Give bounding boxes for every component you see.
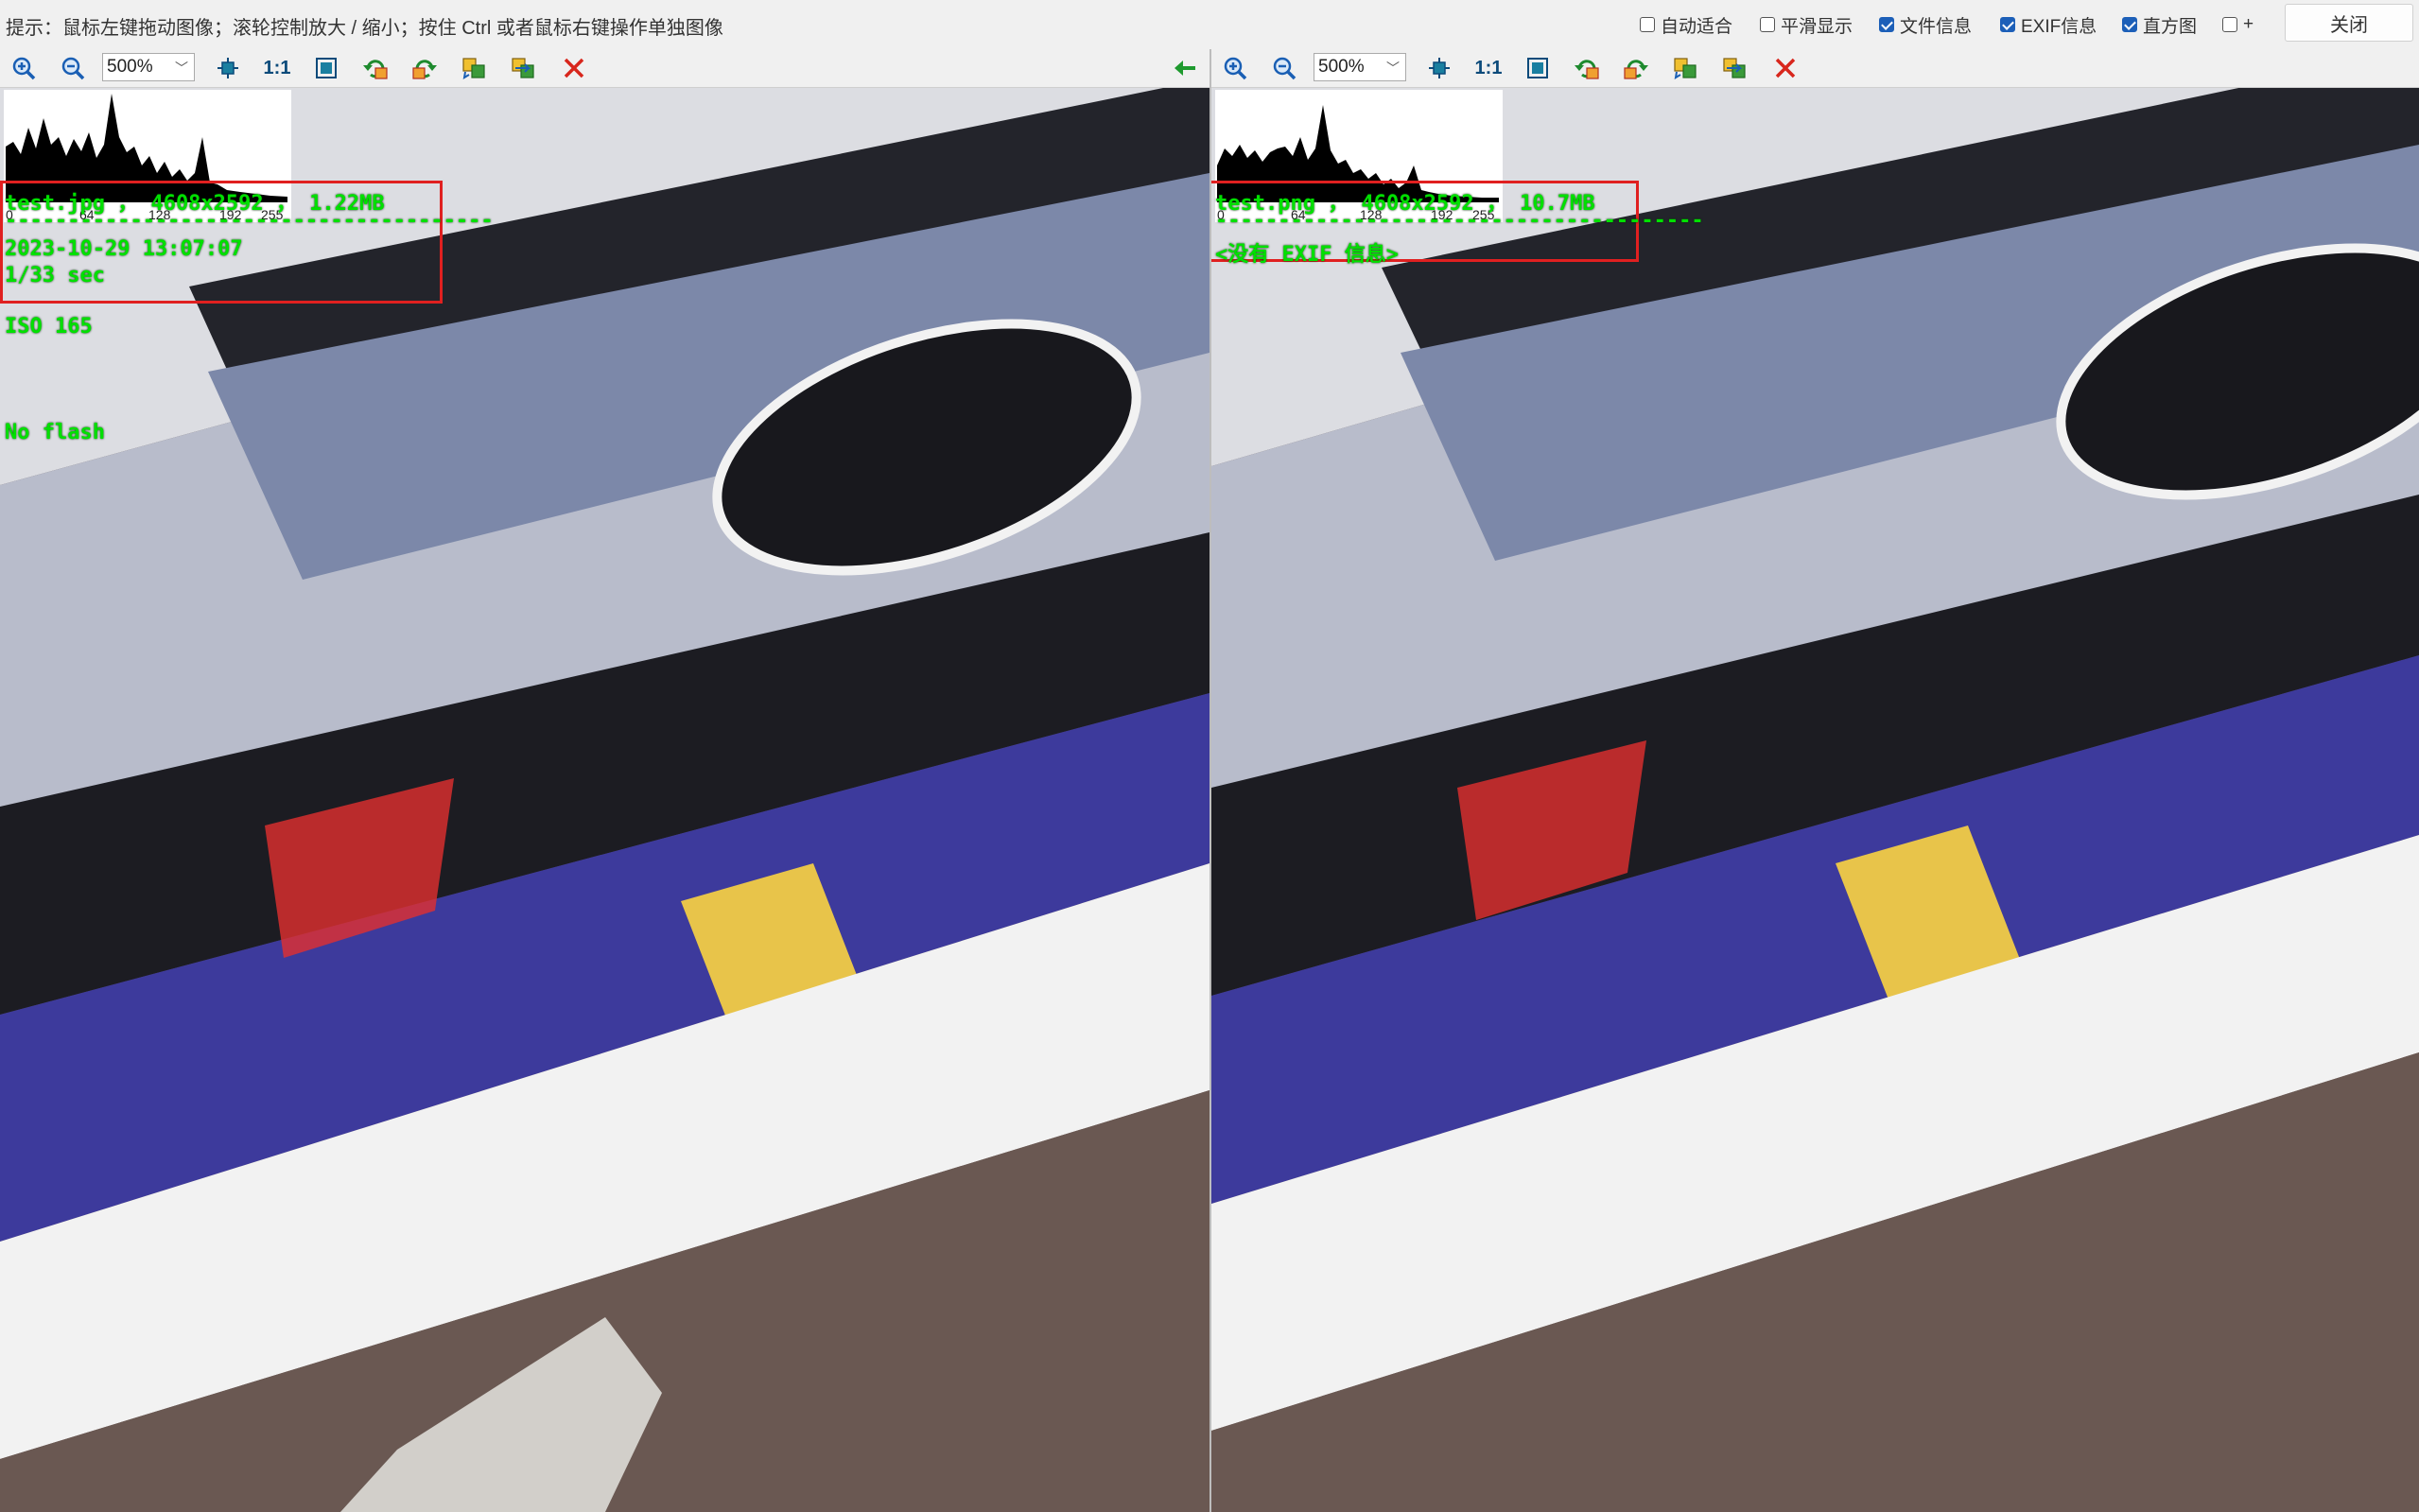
close-image-icon[interactable] bbox=[1771, 54, 1800, 82]
hint-text: 提示：鼠标左键拖动图像；滚轮控制放大 / 缩小；按住 Ctrl 或者鼠标右键操作… bbox=[6, 18, 723, 39]
zoom-in-icon[interactable] bbox=[9, 54, 38, 82]
flip-v-icon[interactable] bbox=[509, 54, 537, 82]
option-plus[interactable]: + bbox=[2222, 13, 2254, 36]
option-plus-label: + bbox=[2243, 14, 2254, 34]
checkbox-plus[interactable] bbox=[2222, 17, 2237, 32]
left-toolbar: 500% ﹀ 1:1 bbox=[0, 49, 1210, 88]
option-smooth-label: 平滑显示 bbox=[1781, 16, 1853, 37]
option-auto-fit-label: 自动适合 bbox=[1661, 16, 1733, 37]
fullscreen-icon[interactable] bbox=[312, 54, 340, 82]
left-image-canvas[interactable]: 0 64 128 192 255 test.jpg ， 4608x2592 ， … bbox=[0, 88, 1210, 1512]
close-image-icon[interactable] bbox=[560, 54, 588, 82]
top-hint-bar: 提示：鼠标左键拖动图像；滚轮控制放大 / 缩小；按住 Ctrl 或者鼠标右键操作… bbox=[0, 0, 2419, 50]
flip-h-icon[interactable] bbox=[460, 54, 488, 82]
one-to-one-icon[interactable]: 1:1 bbox=[1474, 54, 1503, 82]
zoom-select[interactable]: 500% ﹀ bbox=[1314, 53, 1406, 81]
left-exif-datetime: 2023-10-29 13:07:07 bbox=[5, 237, 243, 261]
left-separator: --------------------------------------- bbox=[5, 209, 494, 233]
checkbox-file-info[interactable] bbox=[1879, 17, 1894, 32]
one-to-one-icon[interactable]: 1:1 bbox=[263, 54, 291, 82]
arrow-left-icon[interactable] bbox=[1171, 54, 1199, 82]
right-toolbar: 500% ﹀ 1:1 bbox=[1211, 49, 2419, 88]
left-image-pane: 500% ﹀ 1:1 0 64 128 192 255 test.jpg ， 4… bbox=[0, 49, 1210, 1512]
zoom-select[interactable]: 500% ﹀ bbox=[102, 53, 195, 81]
option-exif-info-label: EXIF信息 bbox=[2021, 16, 2097, 37]
left-exif-flash: No flash bbox=[5, 421, 105, 444]
right-separator: --------------------------------------- bbox=[1215, 209, 1704, 233]
left-exif-exposure: 1/33 sec bbox=[5, 264, 105, 287]
rotate-left-icon[interactable] bbox=[1573, 54, 1601, 82]
checkbox-auto-fit[interactable] bbox=[1640, 17, 1655, 32]
checkbox-histogram[interactable] bbox=[2122, 17, 2137, 32]
checkbox-exif-info[interactable] bbox=[2000, 17, 2015, 32]
right-photo bbox=[1211, 88, 2419, 1512]
close-button[interactable]: 关闭 bbox=[2285, 4, 2413, 42]
chevron-down-icon: ﹀ bbox=[175, 61, 188, 76]
checkbox-smooth[interactable] bbox=[1760, 17, 1775, 32]
option-file-info-label: 文件信息 bbox=[1900, 16, 1973, 37]
zoom-in-icon[interactable] bbox=[1221, 54, 1249, 82]
option-file-info[interactable]: 文件信息 bbox=[1879, 13, 1973, 37]
right-image-pane: 500% ﹀ 1:1 0 64 128 192 255 test.png ， 4… bbox=[1211, 49, 2419, 1512]
option-auto-fit[interactable]: 自动适合 bbox=[1640, 13, 1733, 37]
rotate-right-icon[interactable] bbox=[410, 54, 439, 82]
option-exif-info[interactable]: EXIF信息 bbox=[2000, 13, 2097, 37]
option-histogram[interactable]: 直方图 bbox=[2122, 13, 2198, 37]
zoom-out-icon[interactable] bbox=[1270, 54, 1298, 82]
chevron-down-icon: ﹀ bbox=[1386, 61, 1400, 76]
right-exif-none: <没有 EXIF 信息> bbox=[1215, 243, 1399, 267]
option-smooth[interactable]: 平滑显示 bbox=[1760, 13, 1853, 37]
rotate-left-icon[interactable] bbox=[361, 54, 390, 82]
fullscreen-icon[interactable] bbox=[1523, 54, 1552, 82]
zoom-out-icon[interactable] bbox=[59, 54, 87, 82]
zoom-value: 500% bbox=[1318, 57, 1365, 77]
flip-v-icon[interactable] bbox=[1720, 54, 1749, 82]
rotate-right-icon[interactable] bbox=[1622, 54, 1650, 82]
flip-h-icon[interactable] bbox=[1671, 54, 1699, 82]
option-histogram-label: 直方图 bbox=[2143, 16, 2198, 37]
fit-icon[interactable] bbox=[214, 54, 242, 82]
fit-icon[interactable] bbox=[1425, 54, 1453, 82]
zoom-value: 500% bbox=[107, 57, 153, 77]
right-image-canvas[interactable]: 0 64 128 192 255 test.png ， 4608x2592 ， … bbox=[1211, 88, 2419, 1512]
left-exif-iso: ISO 165 bbox=[5, 315, 93, 339]
